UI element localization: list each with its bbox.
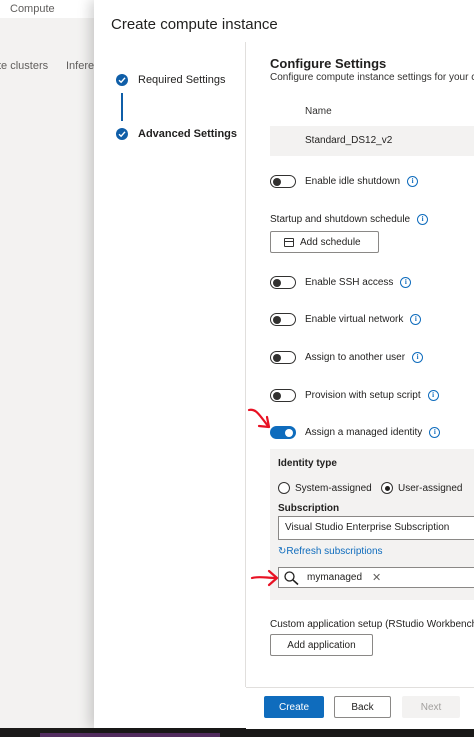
toggle-label: Assign a managed identity (305, 427, 423, 438)
custom-application-label: Custom application setup (RStudio Workbe… (270, 619, 474, 630)
setup-script-toggle[interactable] (270, 389, 296, 402)
radio-button[interactable] (278, 482, 290, 494)
background-page (0, 18, 94, 737)
toggle-row-managed-identity: Assign a managed identity i (270, 426, 441, 439)
check-circle-icon (116, 74, 128, 86)
schedule-label: Startup and shutdown schedule (270, 214, 411, 225)
background-title: Compute (10, 3, 55, 15)
add-application-button[interactable]: Add application (270, 634, 373, 656)
next-button[interactable]: Next (402, 696, 460, 718)
user-identity-picker[interactable]: mymanaged ✕ (278, 567, 474, 588)
red-arrow-icon (250, 569, 279, 587)
schedule-label-row: Startup and shutdown schedule i (270, 214, 429, 225)
step-label: Required Settings (138, 74, 226, 86)
toggle-row-assign-user: Assign to another user i (270, 351, 424, 364)
assign-user-toggle[interactable] (270, 351, 296, 364)
subscription-label: Subscription (278, 503, 340, 514)
radio-user-assigned[interactable]: User-assigned (381, 482, 462, 494)
ssh-access-toggle[interactable] (270, 276, 296, 289)
search-icon (283, 570, 301, 586)
back-button[interactable]: Back (334, 696, 391, 718)
info-icon[interactable]: i (410, 314, 422, 325)
step-advanced-settings[interactable]: Advanced Settings (116, 128, 237, 140)
section-subtitle: Configure compute instance settings for … (270, 72, 474, 83)
step-required-settings[interactable]: Required Settings (116, 74, 225, 86)
toggle-label: Enable virtual network (305, 314, 404, 325)
refresh-subscriptions-link[interactable]: ↻Refresh subscriptions (278, 546, 383, 557)
info-icon[interactable]: i (407, 176, 419, 187)
toggle-row-setup-script: Provision with setup script i (270, 389, 439, 402)
radio-label: System-assigned (295, 482, 372, 494)
toggle-row-idle-shutdown: Enable idle shutdown i (270, 175, 419, 188)
panel-title: Create compute instance (111, 16, 278, 33)
info-icon[interactable]: i (429, 427, 441, 438)
managed-identity-section: Identity type System-assigned User-assig… (270, 449, 474, 600)
add-schedule-label: Add schedule (300, 236, 361, 248)
identity-type-label: Identity type (278, 458, 337, 469)
radio-button[interactable] (381, 482, 393, 494)
identity-value: mymanaged (307, 572, 363, 583)
idle-shutdown-toggle[interactable] (270, 175, 296, 188)
info-icon[interactable]: i (427, 390, 439, 401)
section-title: Configure Settings (270, 56, 387, 71)
toggle-label: Assign to another user (305, 352, 406, 363)
calendar-icon (284, 237, 294, 247)
background-tab-clusters[interactable]: te clusters (0, 60, 48, 72)
add-schedule-button[interactable]: Add schedule (270, 231, 379, 253)
check-circle-icon (116, 128, 128, 140)
subscription-dropdown[interactable]: Visual Studio Enterprise Subscription (278, 516, 474, 540)
vm-size-name: Standard_DS12_v2 (305, 135, 393, 146)
vm-size-row[interactable]: Standard_DS12_v2 (270, 126, 474, 156)
step-connector (121, 93, 123, 121)
radio-label: User-assigned (398, 482, 463, 494)
info-icon[interactable]: i (417, 214, 429, 225)
info-icon[interactable]: i (412, 352, 424, 363)
toggle-row-vnet: Enable virtual network i (270, 313, 422, 326)
create-button[interactable]: Create (264, 696, 324, 718)
red-arrow-icon (247, 408, 271, 429)
remove-identity-icon[interactable]: ✕ (372, 571, 381, 584)
info-icon[interactable]: i (400, 277, 412, 288)
toggle-label: Enable SSH access (305, 277, 394, 288)
stepper-divider (245, 42, 246, 687)
step-label: Advanced Settings (138, 128, 238, 140)
create-compute-panel: Create compute instance Required Setting… (94, 0, 474, 729)
virtual-network-toggle[interactable] (270, 313, 296, 326)
refresh-label: Refresh subscriptions (286, 546, 383, 557)
toggle-label: Provision with setup script (305, 390, 421, 401)
settings-content: Configure Settings Configure compute ins… (270, 0, 474, 690)
taskbar-strip (0, 728, 474, 737)
panel-footer: Create Back Next (246, 687, 474, 729)
toggle-row-ssh: Enable SSH access i (270, 276, 412, 289)
radio-system-assigned[interactable]: System-assigned (278, 482, 372, 494)
toggle-label: Enable idle shutdown (305, 176, 401, 187)
name-column-header: Name (305, 106, 332, 117)
